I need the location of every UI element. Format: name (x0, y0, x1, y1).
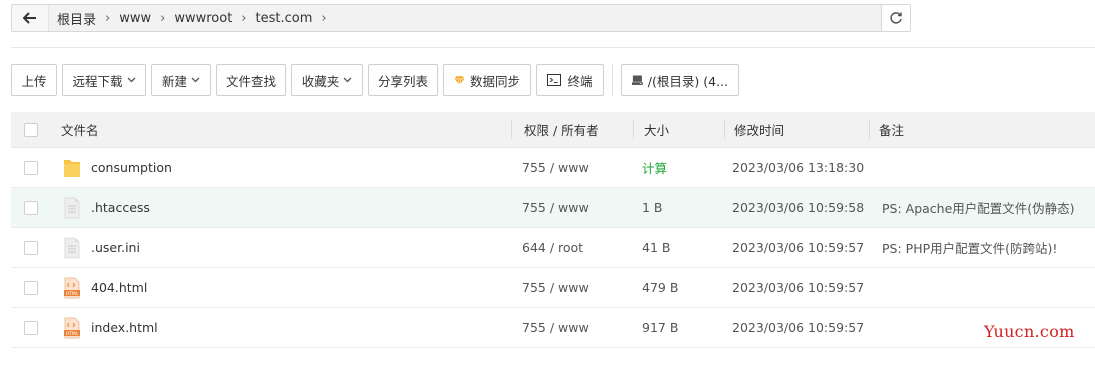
column-header-permission[interactable]: 权限 / 所有者 (524, 112, 599, 147)
table-row[interactable]: .htaccess 755 / www 1 B 2023/03/06 10:59… (11, 188, 1095, 228)
file-name[interactable]: 404.html (91, 280, 147, 295)
modified-time: 2023/03/06 10:59:57 (732, 320, 865, 335)
file-name[interactable]: index.html (91, 320, 158, 335)
file-table: 文件名 权限 / 所有者 大小 修改时间 备注 consumption 755 … (11, 112, 1095, 348)
html-file-icon: HTML (63, 277, 81, 299)
breadcrumb: 根目录 › www › wwwroot › test.com › (49, 5, 881, 31)
chevron-down-icon (127, 77, 136, 83)
breadcrumb-item-www[interactable]: www (119, 11, 151, 26)
path-bar: 根目录 › www › wwwroot › test.com › (11, 4, 911, 32)
select-all-checkbox[interactable] (24, 122, 38, 137)
terminal-icon (547, 74, 562, 86)
table-header: 文件名 权限 / 所有者 大小 修改时间 备注 (11, 112, 1095, 148)
toolbar-divider (612, 64, 613, 96)
remote-download-label: 远程下载 (72, 73, 123, 89)
new-button[interactable]: 新建 (151, 64, 211, 96)
file-note[interactable]: PS: PHP用户配置文件(防跨站)! (882, 228, 1057, 267)
watermark: Yuucn.com (984, 322, 1075, 341)
column-divider (511, 120, 512, 139)
column-header-note: 备注 (879, 123, 905, 138)
folder-icon (63, 157, 81, 179)
new-label: 新建 (162, 73, 188, 89)
breadcrumb-item-root[interactable]: 根目录 (57, 9, 96, 28)
chevron-right-icon: › (105, 10, 111, 26)
terminal-button[interactable]: 终端 (536, 64, 604, 96)
terminal-label: 终端 (567, 73, 593, 89)
permission-owner[interactable]: 755 / www (522, 308, 589, 347)
favorites-button[interactable]: 收藏夹 (291, 64, 363, 96)
breadcrumb-item-test-com[interactable]: test.com (256, 11, 313, 26)
chevron-down-icon (191, 77, 200, 83)
column-divider (724, 120, 725, 139)
column-header-modified[interactable]: 修改时间 (734, 112, 784, 147)
upload-label: 上传 (21, 73, 47, 89)
column-divider (633, 120, 634, 139)
permission-owner[interactable]: 755 / www (522, 268, 589, 307)
modified-time: 2023/03/06 10:59:58 (732, 200, 865, 215)
table-row[interactable]: HTML index.html 755 / www 917 B 2023/03/… (11, 308, 1095, 348)
row-checkbox[interactable] (24, 320, 38, 335)
back-button[interactable] (12, 5, 49, 31)
table-row[interactable]: HTML 404.html 755 / www 479 B 2023/03/06… (11, 268, 1095, 308)
row-checkbox[interactable] (24, 280, 38, 295)
favorites-label: 收藏夹 (301, 73, 340, 89)
file-size: 479 B (642, 280, 679, 295)
disk-label: /(根目录) (4... (647, 73, 728, 89)
chevron-right-icon: › (321, 10, 327, 26)
file-size: 1 B (642, 200, 663, 215)
permission-owner[interactable]: 755 / www (522, 148, 589, 187)
toolbar: 上传 远程下载 新建 文件查找 收藏夹 分享列表 数据同步 终端 /(根目录) … (11, 64, 744, 96)
permission-owner[interactable]: 755 / www (522, 188, 589, 227)
select-all-checkbox-cell (24, 112, 38, 147)
svg-text:HTML: HTML (66, 330, 79, 336)
file-icon (63, 197, 81, 219)
upload-button[interactable]: 上传 (11, 64, 57, 96)
row-checkbox[interactable] (24, 240, 38, 255)
html-file-icon: HTML (63, 317, 81, 339)
svg-text:HTML: HTML (66, 290, 79, 296)
remote-download-button[interactable]: 远程下载 (62, 64, 146, 96)
modified-time: 2023/03/06 13:18:30 (732, 160, 865, 175)
calculate-size-link[interactable]: 计算 (642, 148, 667, 187)
column-header-name[interactable]: 文件名 (61, 112, 99, 147)
modified-time: 2023/03/06 10:59:57 (732, 240, 865, 255)
data-sync-label: 数据同步 (469, 73, 520, 89)
row-checkbox[interactable] (24, 160, 38, 175)
file-name[interactable]: consumption (91, 160, 172, 175)
file-name[interactable]: .user.ini (91, 240, 140, 255)
file-icon (63, 237, 81, 259)
column-divider (869, 120, 870, 139)
data-sync-button[interactable]: 数据同步 (443, 64, 531, 96)
column-header-size[interactable]: 大小 (644, 112, 669, 147)
file-search-button[interactable]: 文件查找 (216, 64, 286, 96)
divider (11, 47, 1095, 48)
row-checkbox[interactable] (24, 200, 38, 215)
arrow-left-icon (23, 12, 36, 24)
chevron-right-icon: › (241, 10, 247, 26)
refresh-icon (890, 12, 902, 24)
disk-button[interactable]: /(根目录) (4... (621, 64, 739, 96)
file-note[interactable]: PS: Apache用户配置文件(伪静态) (882, 188, 1075, 227)
chevron-down-icon (343, 77, 352, 83)
table-row[interactable]: .user.ini 644 / root 41 B 2023/03/06 10:… (11, 228, 1095, 268)
share-list-label: 分享列表 (378, 73, 429, 89)
file-size: 917 B (642, 320, 679, 335)
chevron-right-icon: › (160, 10, 166, 26)
table-row[interactable]: consumption 755 / www 计算 2023/03/06 13:1… (11, 148, 1095, 188)
file-search-label: 文件查找 (226, 73, 277, 89)
refresh-button[interactable] (881, 5, 910, 31)
share-list-button[interactable]: 分享列表 (368, 64, 438, 96)
file-size: 41 B (642, 240, 671, 255)
disk-icon (632, 75, 643, 85)
permission-owner[interactable]: 644 / root (522, 228, 583, 267)
modified-time: 2023/03/06 10:59:57 (732, 280, 865, 295)
diamond-icon (454, 75, 465, 86)
breadcrumb-item-wwwroot[interactable]: wwwroot (174, 11, 232, 26)
file-name[interactable]: .htaccess (91, 200, 150, 215)
